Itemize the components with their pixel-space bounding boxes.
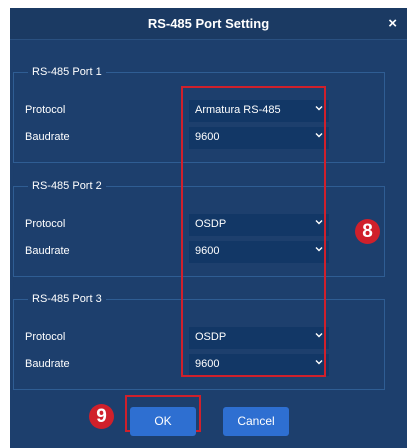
baudrate-label: Baudrate [25, 131, 70, 143]
cancel-button[interactable]: Cancel [223, 407, 289, 436]
annotation-marker-8: 8 [355, 219, 380, 244]
protocol-label: Protocol [25, 218, 66, 230]
dialog-title: RS-485 Port Setting [147, 16, 270, 31]
port-3-legend: RS-485 Port 3 [32, 293, 102, 305]
protocol-label: Protocol [25, 331, 66, 343]
close-icon[interactable]: × [388, 15, 397, 32]
port-1-legend: RS-485 Port 1 [32, 66, 102, 78]
port-2-legend: RS-485 Port 2 [32, 180, 102, 192]
ok-button[interactable]: OK [130, 407, 196, 436]
protocol-label: Protocol [25, 104, 66, 116]
baudrate-label: Baudrate [25, 358, 70, 370]
select-column-highlight [181, 86, 326, 377]
baudrate-label: Baudrate [25, 245, 70, 257]
dialog-titlebar: RS-485 Port Setting × [10, 8, 407, 40]
annotation-marker-9: 9 [89, 404, 114, 429]
